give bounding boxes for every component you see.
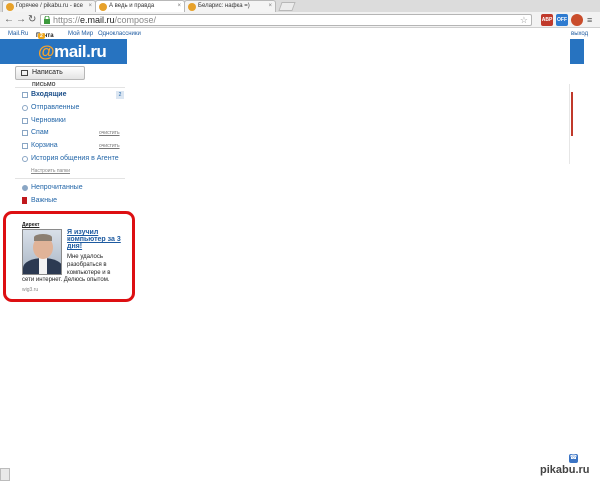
header-right-strip	[570, 39, 584, 64]
ad-text-continued: сети интернет. Делюсь опытом.	[22, 277, 110, 283]
browser-tab-title: Горячее / pikabu.ru - все	[16, 3, 83, 9]
url-prefix: https://	[53, 15, 81, 25]
browser-tab-3[interactable]: Беларис: нафка =) ×	[184, 0, 276, 12]
watermark: pikabu.ru	[540, 464, 590, 476]
close-tab-icon[interactable]: ×	[268, 1, 272, 12]
pikabu-favicon-icon	[188, 3, 196, 11]
bookmark-flag-icon	[22, 197, 27, 204]
portal-link-mailru[interactable]: Mail.Ru	[8, 31, 28, 37]
agent-history-icon	[22, 156, 28, 162]
menu-icon[interactable]: ≡	[587, 15, 592, 25]
compose-button-label: Написать письмо	[32, 69, 63, 88]
lock-icon	[44, 16, 50, 24]
scroll-indicator	[571, 92, 573, 136]
compose-button[interactable]: Написать письмо	[15, 66, 85, 88]
exit-link[interactable]: выход	[571, 31, 588, 37]
setup-folders-link[interactable]: Настроить папки	[31, 168, 70, 174]
mailru-logo[interactable]: @mail.ru	[38, 42, 107, 62]
inbox-icon	[22, 92, 28, 98]
ad-photo[interactable]	[22, 229, 62, 275]
portal-link-moimir[interactable]: Мой Мир	[68, 31, 93, 37]
clear-trash-link[interactable]: очистить	[99, 143, 120, 149]
ad-title-link[interactable]: Я изучил компьютер за 3 дня!	[67, 229, 129, 250]
browser-tab-2[interactable]: А ведь и правда ×	[95, 0, 185, 12]
drafts-icon	[22, 118, 28, 124]
sent-icon	[22, 105, 28, 111]
close-tab-icon[interactable]: ×	[88, 1, 92, 12]
phone-icon[interactable]: ☎	[569, 454, 578, 463]
browser-tab-title: А ведь и правда	[109, 3, 155, 9]
pikabu-favicon-icon	[6, 3, 14, 11]
clear-spam-link[interactable]: очистить	[99, 130, 120, 136]
status-bar	[0, 468, 10, 481]
adblock-extension-icon[interactable]: ABP	[541, 14, 553, 26]
content-border	[569, 84, 570, 164]
spam-icon	[22, 130, 28, 136]
browser-tab-title: Беларис: нафка =)	[198, 3, 250, 9]
divider	[15, 87, 125, 88]
reload-icon[interactable]: ↻	[28, 15, 36, 25]
pikabu-favicon-icon	[99, 3, 107, 11]
portal-link-odnoklassniki[interactable]: Одноклассники	[98, 31, 141, 37]
forward-arrow-icon[interactable]: →	[16, 15, 26, 25]
portal-menu: Mail.Ru Почта 2 Мой Мир Одноклассники	[0, 29, 141, 39]
divider	[15, 178, 125, 179]
stop-extension-icon[interactable]	[571, 14, 583, 26]
back-arrow-icon[interactable]: ←	[4, 15, 14, 25]
unread-dot-icon	[22, 185, 28, 191]
address-bar[interactable]: https://e.mail.ru/compose/ ☆	[40, 14, 532, 26]
trash-icon	[22, 143, 28, 149]
extension-icon[interactable]: OFF	[556, 14, 568, 26]
ad-label[interactable]: Директ	[22, 222, 39, 228]
compose-pencil-icon	[21, 70, 28, 76]
inbox-count-badge: 2	[116, 91, 124, 99]
bookmark-star-icon[interactable]: ☆	[520, 15, 528, 25]
ad-domain[interactable]: wig3.ru	[22, 287, 38, 293]
url-host: e.mail.ru	[80, 15, 115, 25]
browser-tab-1[interactable]: Горячее / pikabu.ru - все ×	[2, 0, 96, 12]
url-path: /compose/	[114, 15, 157, 25]
ad-text: Мне удалось разобраться в компьютере и в	[67, 254, 111, 276]
close-tab-icon[interactable]: ×	[177, 1, 181, 12]
